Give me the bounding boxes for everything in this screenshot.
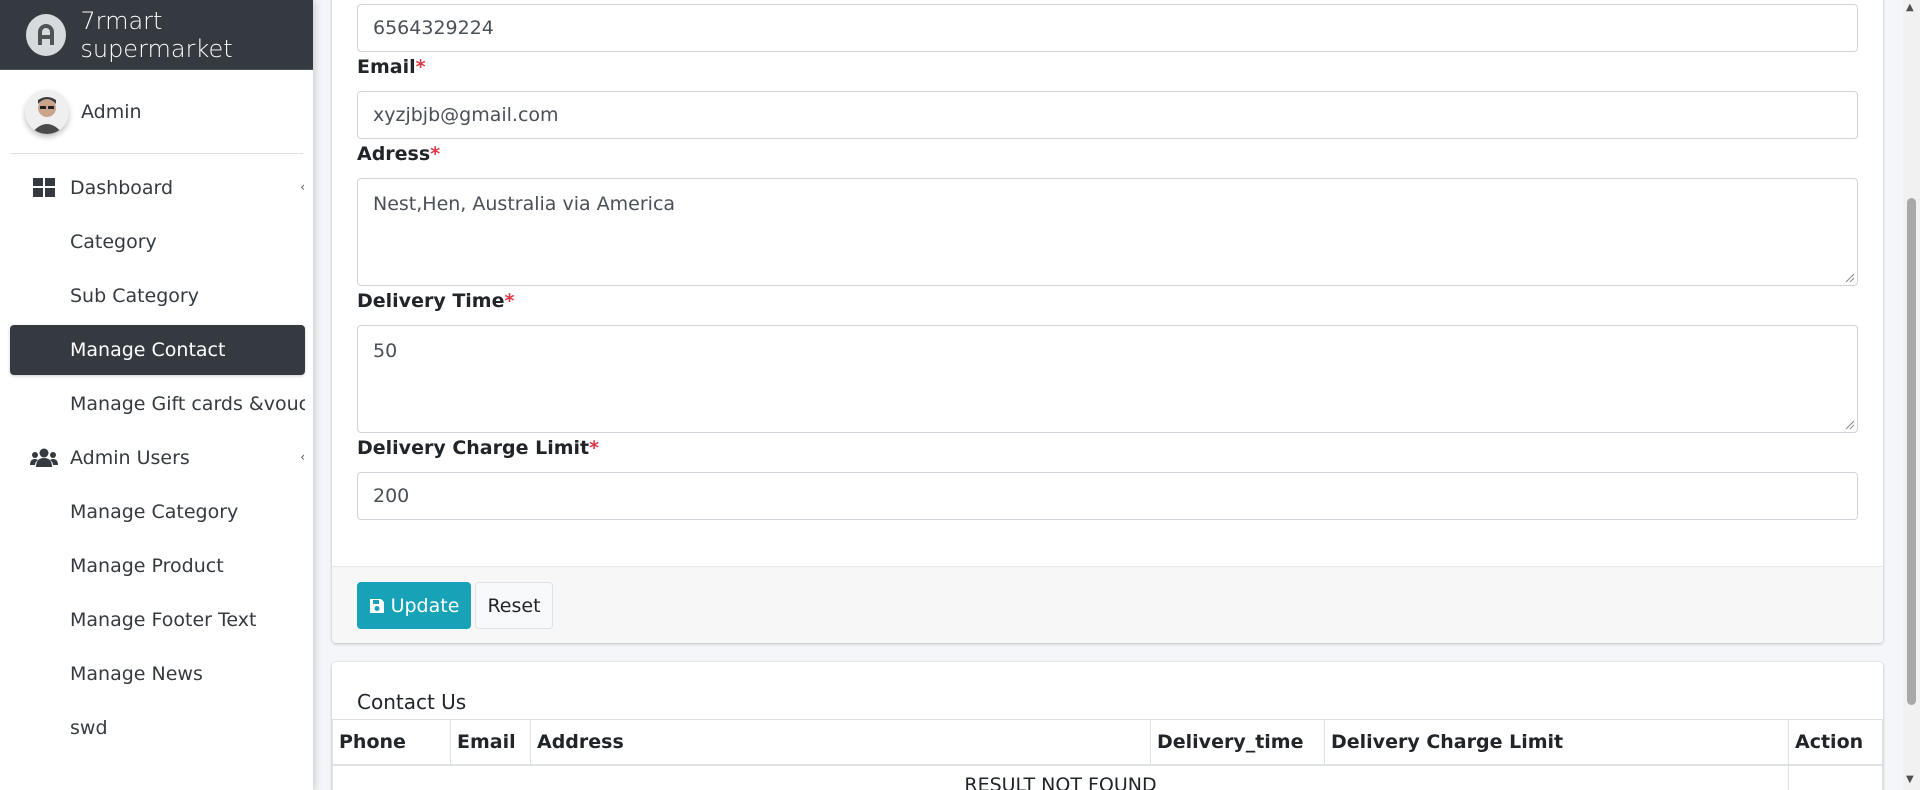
required-mark: *	[589, 437, 600, 459]
resize-handle-icon[interactable]	[1845, 273, 1855, 283]
chevron-left-icon: ‹	[300, 450, 305, 464]
brand-logo-icon	[26, 13, 67, 56]
sidebar-nav: Dashboard ‹ Category Sub Category Manage…	[0, 154, 313, 753]
sidebar-item-manage-product[interactable]: Manage Product	[10, 541, 305, 591]
reset-label: Reset	[487, 594, 541, 617]
sidebar-item-label: swd	[70, 717, 108, 739]
sidebar-item-swd[interactable]: swd	[10, 703, 305, 753]
dashboard-icon	[33, 178, 55, 197]
delivery-charge-input[interactable]: 200	[357, 472, 1858, 520]
required-mark: *	[504, 290, 515, 312]
email-value: xyzjbjb@gmail.com	[373, 104, 559, 126]
table-header-row: Phone Email Address Delivery_time Delive…	[332, 719, 1883, 766]
scroll-up-icon[interactable]: ▲	[1906, 2, 1914, 13]
table-row: RESULT NOT FOUND	[332, 764, 1883, 790]
sidebar-item-sub-category[interactable]: Sub Category	[10, 271, 305, 321]
delivery-time-label: Delivery Time*	[357, 290, 515, 312]
sidebar-item-label: Sub Category	[70, 285, 199, 307]
scroll-down-icon[interactable]: ▼	[1906, 774, 1914, 785]
contact-us-card: Contact Us Phone Email Address Delivery_…	[332, 662, 1883, 790]
update-button[interactable]: Update	[357, 582, 471, 629]
delivery-charge-value: 200	[373, 485, 410, 507]
delivery-time-value: 50	[373, 340, 398, 362]
sidebar-item-manage-footer-text[interactable]: Manage Footer Text	[10, 595, 305, 645]
sidebar-item-label: Manage Footer Text	[70, 609, 257, 631]
sidebar-item-label: Manage News	[70, 663, 203, 685]
column-header[interactable]: Delivery Charge Limit	[1324, 719, 1789, 766]
card-title: Contact Us	[357, 690, 467, 714]
sidebar-item-label: Dashboard	[70, 177, 174, 199]
sidebar: 7rmart supermarket Admin Dashboard ‹ Cat…	[0, 0, 313, 790]
brand-name: 7rmart supermarket	[80, 6, 233, 63]
email-label: Email*	[357, 56, 426, 78]
user-name[interactable]: Admin	[81, 101, 142, 123]
sidebar-item-label: Manage Gift cards &vouchers	[70, 393, 305, 415]
main-content: 6564329224 Email* xyzjbjb@gmail.com Adre…	[313, 0, 1903, 790]
update-label: Update	[390, 594, 460, 617]
phone-value: 6564329224	[373, 17, 494, 39]
delivery-charge-label: Delivery Charge Limit*	[357, 437, 600, 459]
sidebar-item-manage-category[interactable]: Manage Category	[10, 487, 305, 537]
sidebar-item-label: Manage Category	[70, 501, 239, 523]
vertical-scrollbar[interactable]: ▲ ▼	[1903, 0, 1920, 790]
reset-button[interactable]: Reset	[475, 582, 553, 629]
email-input[interactable]: xyzjbjb@gmail.com	[357, 91, 1858, 139]
avatar[interactable]	[25, 89, 69, 134]
user-panel: Admin	[10, 70, 303, 154]
scroll-thumb[interactable]	[1907, 198, 1916, 705]
chevron-left-icon: ‹	[300, 180, 305, 194]
required-mark: *	[430, 143, 441, 165]
sidebar-item-category[interactable]: Category	[10, 217, 305, 267]
address-label: Adress*	[357, 143, 441, 165]
address-textarea[interactable]: Nest,Hen, Australia via America	[357, 178, 1858, 286]
empty-result-text: RESULT NOT FOUND	[332, 764, 1789, 790]
users-icon	[30, 448, 58, 467]
sidebar-item-admin-users[interactable]: Admin Users ‹	[10, 433, 305, 483]
address-value: Nest,Hen, Australia via America	[373, 193, 676, 215]
sidebar-item-label: Category	[70, 231, 157, 253]
sidebar-item-dashboard[interactable]: Dashboard ‹	[10, 163, 305, 213]
sidebar-item-manage-news[interactable]: Manage News	[10, 649, 305, 699]
form-footer: Update Reset	[332, 566, 1883, 643]
column-header[interactable]: Phone	[332, 719, 451, 766]
sidebar-item-label: Manage Product	[70, 555, 224, 577]
brand-link[interactable]: 7rmart supermarket	[0, 0, 313, 70]
column-header[interactable]: Action	[1788, 719, 1883, 766]
table-cell	[1788, 764, 1883, 790]
required-mark: *	[415, 56, 426, 78]
sidebar-item-manage-contact[interactable]: Manage Contact	[10, 325, 305, 375]
column-header[interactable]: Address	[530, 719, 1151, 766]
contact-table: Phone Email Address Delivery_time Delive…	[332, 719, 1883, 790]
sidebar-item-label: Manage Contact	[70, 339, 226, 361]
contact-form-card: 6564329224 Email* xyzjbjb@gmail.com Adre…	[332, 0, 1883, 643]
delivery-time-textarea[interactable]: 50	[357, 325, 1858, 433]
column-header[interactable]: Delivery_time	[1150, 719, 1325, 766]
phone-input[interactable]: 6564329224	[357, 4, 1858, 52]
column-header[interactable]: Email	[450, 719, 531, 766]
sidebar-item-label: Admin Users	[70, 447, 190, 469]
save-icon	[369, 598, 384, 613]
sidebar-item-manage-gift-cards[interactable]: Manage Gift cards &vouchers	[10, 379, 305, 429]
resize-handle-icon[interactable]	[1845, 420, 1855, 430]
